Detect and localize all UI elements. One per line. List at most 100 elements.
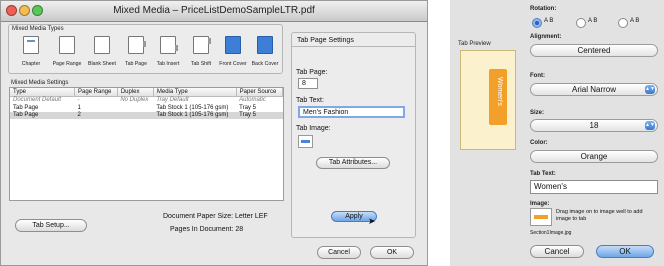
cell-range: - <box>77 97 80 104</box>
color-label: Color: <box>530 140 548 146</box>
divider <box>291 46 416 47</box>
preview-tab: Women's <box>489 69 507 125</box>
media-type-label: Chapter <box>21 61 41 67</box>
size-value: 18 <box>589 121 599 130</box>
media-type-label: Tab Insert <box>156 61 180 67</box>
tab-preview: Women's <box>460 50 516 150</box>
tab-page-label: Tab Page: <box>296 69 328 76</box>
font-value: Arial Narrow <box>571 85 616 94</box>
media-type-front-cover[interactable]: Front Cover <box>215 36 251 67</box>
column-header[interactable]: Duplex <box>117 88 154 97</box>
rotation-radio-selected[interactable] <box>532 18 542 28</box>
tab-image-well[interactable] <box>298 135 313 148</box>
cell-range: 1 <box>77 104 81 111</box>
image-well[interactable] <box>530 208 552 226</box>
cell-source: Automatic <box>239 97 266 104</box>
tab-text-input[interactable]: Women's <box>530 180 658 194</box>
alignment-label: Alignment: <box>530 34 562 40</box>
font-label: Font: <box>530 73 545 79</box>
settings-table: Type Page Range Duplex Media Type Paper … <box>9 87 284 201</box>
table-header: Type Page Range Duplex Media Type Paper … <box>10 88 284 97</box>
media-type-label: Front Cover <box>219 61 247 67</box>
tab-setup-button[interactable]: Tab Setup... <box>15 219 87 232</box>
column-header[interactable]: Page Range <box>74 88 118 97</box>
select-arrows-icon: ▲▼ <box>645 121 655 130</box>
settings-label: Mixed Media Settings <box>11 80 69 86</box>
cell-source: Tray 5 <box>239 112 256 119</box>
media-type-tab-shift[interactable]: Tab Shift <box>183 36 219 67</box>
title-bar: Mixed Media – PriceListDemoSampleLTR.pdf <box>1 1 427 22</box>
tab-text-label: Tab Text: <box>296 97 324 104</box>
cell-type: Tab Page <box>13 112 39 119</box>
rotation-option: A B <box>630 18 640 24</box>
pages-count-text: Pages In Document: 28 <box>170 226 244 233</box>
cancel-button[interactable]: Cancel <box>317 246 361 259</box>
size-label: Size: <box>530 110 545 116</box>
image-placeholder-icon <box>301 140 310 143</box>
tab-page-icon <box>128 36 146 54</box>
alignment-value: Centered <box>577 46 611 55</box>
paper-size-text: Document Paper Size: Letter LEF <box>163 213 268 220</box>
rotation-option: A B <box>544 18 554 24</box>
cell-media: Tab Stock 1 (105-176 gsm) <box>156 112 229 119</box>
front-cover-icon <box>225 36 241 54</box>
column-header[interactable]: Paper Source <box>236 88 284 97</box>
color-value: Orange <box>580 152 608 161</box>
tab-text-field[interactable]: Men's Fashion <box>298 106 405 118</box>
select-arrows-icon: ▲▼ <box>645 85 655 94</box>
media-type-label: Back Cover <box>251 61 279 67</box>
tab-settings-title: Tab Page Settings <box>297 37 354 44</box>
font-select[interactable]: Arial Narrow ▲▼ <box>530 83 658 96</box>
back-cover-icon <box>257 36 273 54</box>
media-type-blank-sheet[interactable]: Blank Sheet <box>84 36 120 67</box>
table-row[interactable]: Tab Page 1 Tab Stock 1 (105-176 gsm) Tra… <box>10 104 283 112</box>
attributes-ok-button[interactable]: OK <box>596 245 654 258</box>
tab-attributes-panel: Rotation: A B A B A B Tab Preview Women'… <box>450 0 664 266</box>
cell-duplex <box>117 104 153 112</box>
alignment-select[interactable]: Centered <box>530 44 658 57</box>
table-row[interactable]: Document Default - No Duplex Tray Defaul… <box>10 96 283 104</box>
rotation-option: A B <box>588 18 598 24</box>
media-type-page-range[interactable]: Page Range <box>49 36 85 67</box>
attributes-cancel-button[interactable]: Cancel <box>530 245 584 258</box>
cell-duplex: No Duplex <box>120 97 149 104</box>
media-type-tab-page[interactable]: Tab Page <box>118 36 154 67</box>
media-type-label: Blank Sheet <box>88 61 116 67</box>
cell-type: Document Default <box>13 97 62 104</box>
media-type-chapter[interactable]: Chapter <box>13 36 49 67</box>
media-type-label: Tab Page <box>125 61 147 67</box>
media-type-tab-insert[interactable]: Tab Insert <box>150 36 186 67</box>
cell-source: Tray 5 <box>239 104 256 111</box>
table-row-selected[interactable]: Tab Page 2 Tab Stock 1 (105-176 gsm) Tra… <box>10 111 283 120</box>
cell-media: Tab Stock 1 (105-176 gsm) <box>156 104 229 111</box>
cell-range: 2 <box>77 112 81 119</box>
preview-tab-text: Women's <box>496 77 503 106</box>
page-range-icon <box>59 36 75 54</box>
tab-image-label: Tab Image: <box>296 125 331 132</box>
image-thumbnail-icon <box>534 215 548 219</box>
color-select[interactable]: Orange <box>530 150 658 163</box>
tab-preview-label: Tab Preview <box>458 41 491 47</box>
rotation-label: Rotation: <box>530 6 557 12</box>
cell-media: Tray Default <box>156 97 189 104</box>
tab-page-field[interactable]: 8 <box>298 78 318 89</box>
mixed-media-window: Mixed Media – PriceListDemoSampleLTR.pdf… <box>0 0 428 266</box>
rotation-radio[interactable] <box>618 18 628 28</box>
cell-duplex <box>117 112 153 120</box>
mouse-pointer-icon: ➤ <box>368 216 376 226</box>
image-hint: Drag image on to image well to add image… <box>556 209 643 222</box>
tab-text-label: Tab Text: <box>530 171 556 177</box>
blank-sheet-icon <box>94 36 110 54</box>
media-type-back-cover[interactable]: Back Cover <box>247 36 283 67</box>
media-type-label: Tab Shift <box>190 61 212 67</box>
column-header[interactable]: Media Type <box>153 88 237 97</box>
chapter-page-icon <box>23 36 39 54</box>
size-select[interactable]: 18 ▲▼ <box>530 119 658 132</box>
column-header[interactable]: Type <box>10 88 75 97</box>
image-filename: Section1Image.jpg <box>530 230 572 236</box>
media-type-label: Page Range <box>52 61 82 67</box>
tab-attributes-button[interactable]: Tab Attributes... <box>316 157 390 169</box>
ok-button[interactable]: OK <box>370 246 414 259</box>
rotation-radio[interactable] <box>576 18 586 28</box>
tab-shift-icon <box>193 36 211 54</box>
